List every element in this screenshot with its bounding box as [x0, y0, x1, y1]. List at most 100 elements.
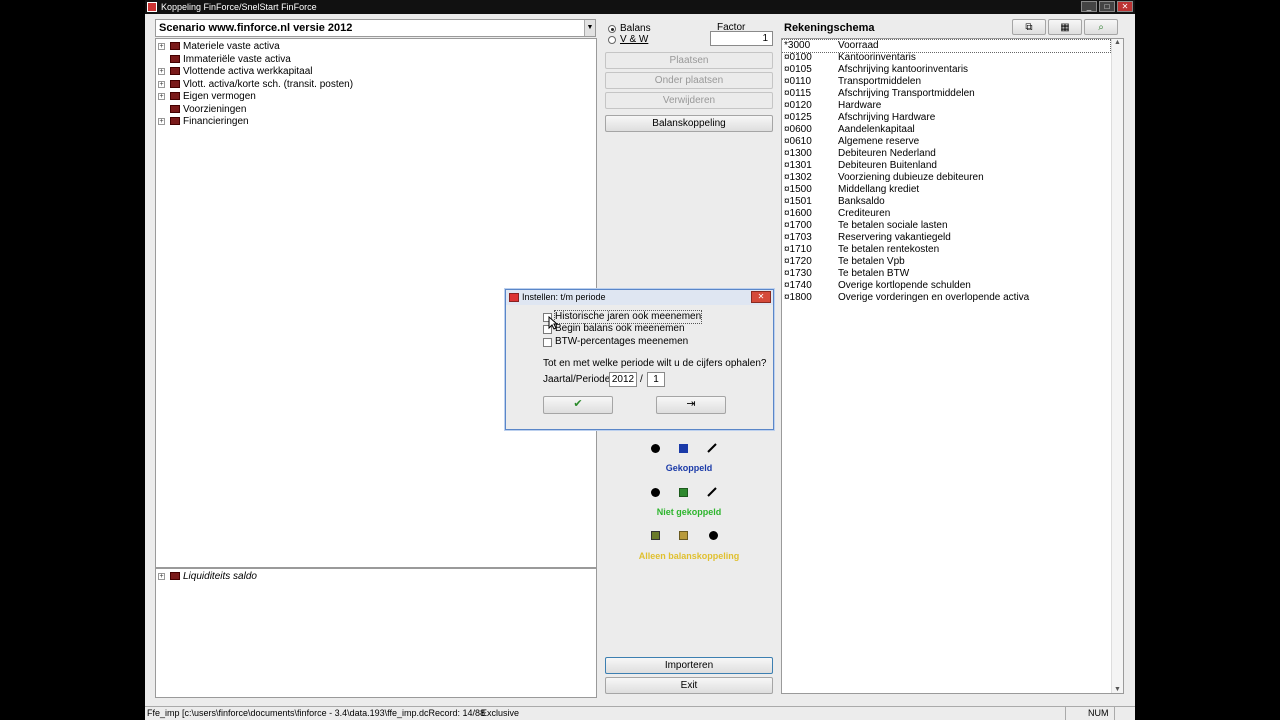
tree-item-label: Financieringen: [183, 116, 249, 127]
tree-item-label: Materiele vaste activa: [183, 41, 280, 52]
search-icon: ⌕: [1098, 22, 1104, 33]
expand-icon[interactable]: +: [158, 68, 165, 75]
folder-icon: [170, 117, 180, 125]
checkbox-label: Begin balans ook meenemen: [555, 323, 685, 334]
account-code: ¤0600: [784, 124, 812, 135]
folder-icon: [170, 80, 180, 88]
status-path: Ffe_imp [c:\users\finforce\documents\fin…: [147, 708, 486, 718]
tree-item-label: Vlottende activa werkkapitaal: [183, 66, 313, 77]
status-num: NUM: [1065, 707, 1115, 720]
account-code: ¤1501: [784, 196, 812, 207]
window-title: Koppeling FinForce/SnelStart FinForce: [161, 2, 317, 12]
account-name: Aandelenkapitaal: [838, 124, 915, 135]
account-name: Overige vorderingen en overlopende activ…: [838, 292, 1030, 303]
dialog-close-button[interactable]: ✕: [751, 291, 771, 303]
chevron-down-icon[interactable]: ▼: [584, 20, 595, 36]
copy-icon: ⧉: [1025, 22, 1033, 33]
account-code: ¤1710: [784, 244, 812, 255]
account-code: ¤1720: [784, 256, 812, 267]
scenario-select[interactable]: Scenario www.finforce.nl versie 2012 ▼: [155, 19, 596, 37]
app-icon: [147, 2, 157, 12]
account-name: Voorraad: [838, 40, 879, 51]
account-name: Crediteuren: [838, 208, 891, 219]
account-name: Afschrijving Hardware: [838, 112, 936, 123]
exit-button[interactable]: Exit: [605, 677, 773, 694]
balanskoppeling-button[interactable]: Balanskoppeling: [605, 115, 773, 132]
pen-icon: [707, 443, 717, 453]
account-code: ¤1301: [784, 160, 812, 171]
tree-item-label: Liquiditeits saldo: [183, 571, 257, 582]
scroll-down-icon[interactable]: ▼: [1112, 686, 1123, 693]
year-input[interactable]: 2012: [609, 372, 637, 387]
account-name: Debiteuren Nederland: [838, 148, 936, 159]
account-name: Banksaldo: [838, 196, 885, 207]
account-code: ¤0120: [784, 100, 812, 111]
account-code: ¤1800: [784, 292, 812, 303]
account-code: ¤0115: [784, 88, 812, 99]
grid-icon: ▦: [1060, 22, 1070, 33]
onder-plaatsen-button[interactable]: Onder plaatsen: [605, 72, 773, 89]
account-code: ¤0610: [784, 136, 812, 147]
accounts-scrollbar[interactable]: ▲ ▼: [1111, 39, 1123, 693]
app-icon: [509, 293, 519, 302]
folder-icon: [170, 55, 180, 63]
legend-gekoppeld: Gekoppeld: [665, 463, 713, 473]
square-icon: [679, 444, 688, 453]
maximize-button[interactable]: □: [1099, 1, 1115, 12]
circle-icon: [709, 531, 718, 540]
account-name: Algemene reserve: [838, 136, 920, 147]
account-name: Overige kortlopende schulden: [838, 280, 971, 291]
search-button[interactable]: ⌕: [1084, 19, 1118, 35]
account-name: Afschrijving Transportmiddelen: [838, 88, 975, 99]
verwijderen-button[interactable]: Verwijderen: [605, 92, 773, 109]
account-row[interactable]: *3000 Voorraad: [782, 39, 1111, 53]
copy-button[interactable]: ⧉: [1012, 19, 1046, 35]
account-name: Middellang krediet: [838, 184, 920, 195]
liquidity-tree[interactable]: + Liquiditeits saldo: [155, 568, 597, 698]
exit-icon: ⇥: [686, 398, 696, 410]
expand-icon[interactable]: +: [158, 43, 165, 50]
account-code: ¤1600: [784, 208, 812, 219]
expand-icon[interactable]: +: [158, 81, 165, 88]
checkmark-icon: ✔: [573, 398, 583, 410]
expand-icon[interactable]: +: [158, 573, 165, 580]
legend-niet-gekoppeld: Niet gekoppeld: [656, 507, 722, 517]
expand-icon[interactable]: +: [158, 93, 165, 100]
folder-icon: [170, 92, 180, 100]
tree-item-label: Eigen vermogen: [183, 91, 256, 102]
grid-button[interactable]: ▦: [1048, 19, 1082, 35]
account-code: ¤0110: [784, 76, 812, 87]
minimize-button[interactable]: _: [1081, 1, 1097, 12]
radio-label: V & W: [620, 34, 649, 45]
scenario-label: Scenario www.finforce.nl versie 2012: [159, 22, 353, 34]
dialog-question: Tot en met welke periode wilt u de cijfe…: [543, 358, 767, 369]
folder-icon: [170, 42, 180, 50]
close-window-button[interactable]: ✕: [1117, 1, 1133, 12]
account-name: Debiteuren Buitenland: [838, 160, 937, 171]
circle-icon: [651, 444, 660, 453]
account-code: ¤1302: [784, 172, 812, 183]
ok-button[interactable]: ✔: [543, 396, 613, 414]
expand-icon[interactable]: +: [158, 118, 165, 125]
account-code: ¤0100: [784, 52, 812, 63]
status-bar: Ffe_imp [c:\users\finforce\documents\fin…: [145, 706, 1135, 720]
account-name: Te betalen Vpb: [838, 256, 905, 267]
legend-alleen-balanskoppeling: Alleen balanskoppeling: [638, 551, 740, 561]
account-name: Te betalen rentekosten: [838, 244, 940, 255]
importeren-button[interactable]: Importeren: [605, 657, 773, 674]
account-name: Transportmiddelen: [838, 76, 922, 87]
account-code: ¤1740: [784, 280, 812, 291]
cursor-icon: [548, 316, 558, 330]
exit-dialog-button[interactable]: ⇥: [656, 396, 726, 414]
period-input[interactable]: 1: [647, 372, 665, 387]
accounts-list[interactable]: *3000 Voorraad ¤0100 Kantoorinventaris ¤0105…: [781, 38, 1124, 694]
checkbox-box[interactable]: [543, 338, 552, 347]
account-code: ¤1730: [784, 268, 812, 279]
account-name: Reservering vakantiegeld: [838, 232, 951, 243]
accounts-title: Rekeningschema: [784, 22, 875, 34]
table-icon: [679, 488, 688, 497]
period-dialog: Instellen: t/m periode ✕ Historische jar…: [505, 289, 774, 430]
plaatsen-button[interactable]: Plaatsen: [605, 52, 773, 69]
factor-input[interactable]: 1: [710, 31, 773, 46]
scroll-up-icon[interactable]: ▲: [1112, 39, 1123, 46]
